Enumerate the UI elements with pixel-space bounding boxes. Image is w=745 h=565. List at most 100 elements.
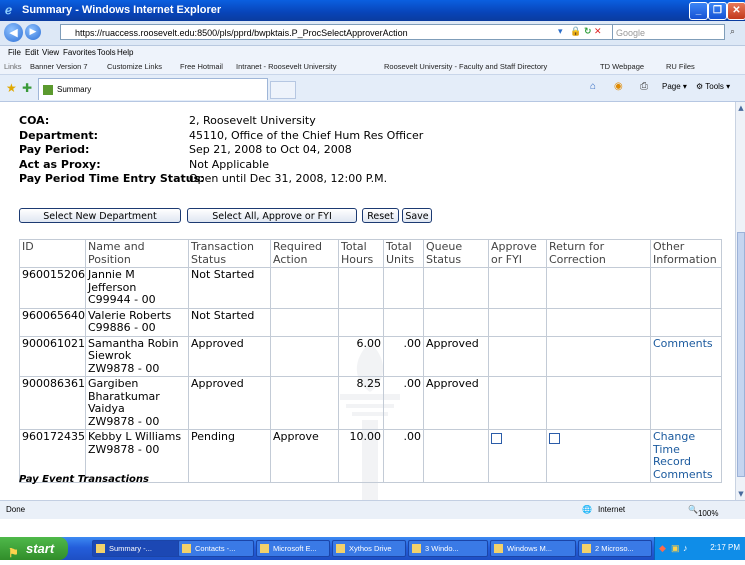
header-queue-status: Queue Status <box>423 239 489 268</box>
total-hours: 6.00 <box>338 335 384 377</box>
dropdown-icon[interactable]: ▾ <box>558 26 563 38</box>
search-icon[interactable]: ⌕ <box>730 26 735 38</box>
pay-event-transactions-heading: Pay Event Transactions <box>19 474 149 485</box>
menu-favorites[interactable]: Favorites <box>63 48 96 57</box>
link-banner[interactable]: Banner Version 7 <box>30 62 88 71</box>
queue-status-text: Approved <box>426 336 479 350</box>
pay-period-label: Pay Period: <box>19 143 90 156</box>
back-button[interactable]: ◀ <box>4 23 23 42</box>
info-row-department: Department: 45110, Office of the Chief H… <box>19 129 719 144</box>
tools-menu[interactable]: ⚙ Tools ▾ <box>696 82 730 91</box>
close-button[interactable]: ✕ <box>727 2 745 20</box>
task-xythos-label: Xythos Drive <box>349 544 392 553</box>
return-checkbox[interactable] <box>549 433 560 444</box>
required-action <box>270 335 339 377</box>
link-ru-files[interactable]: RU Files <box>666 62 695 71</box>
tray-shield-icon[interactable]: ◆ <box>659 543 666 553</box>
other-info-link[interactable]: Change Time Record Comments <box>653 430 713 481</box>
employee-position: ZW9878 - 00 <box>88 442 160 456</box>
tab-summary[interactable]: Summary <box>38 78 268 100</box>
task-xythos-drive[interactable]: Xythos Drive <box>332 540 406 557</box>
task-windows-group[interactable]: 3 Windo... <box>408 540 488 557</box>
url-input[interactable]: https://ruaccess.roosevelt.edu:8500/pls/… <box>60 24 620 40</box>
header-total-hours: Total Hours <box>338 239 384 268</box>
header-id: ID <box>19 239 86 268</box>
zoom-level[interactable]: 🔍 100% <box>688 505 718 518</box>
link-td-webpage[interactable]: TD Webpage <box>600 62 644 71</box>
feeds-icon[interactable]: ◉ <box>614 81 623 92</box>
menu-tools[interactable]: Tools <box>97 48 116 57</box>
link-directory[interactable]: Roosevelt University - Faculty and Staff… <box>384 62 547 71</box>
print-icon[interactable]: ⎙ <box>640 81 648 92</box>
ie-icon: ℯ <box>5 3 13 17</box>
summary-info: COA: 2, Roosevelt University Department:… <box>19 114 719 187</box>
tray-volume-icon[interactable]: ♪ <box>683 543 688 553</box>
header-transaction-status: Transaction Status <box>188 239 271 268</box>
return-correction <box>546 429 651 483</box>
menu-view[interactable]: View <box>42 48 59 57</box>
save-button[interactable]: Save <box>402 208 432 223</box>
select-new-department-button[interactable]: Select New Department <box>19 208 181 223</box>
link-customize[interactable]: Customize Links <box>107 62 162 71</box>
add-favorite-icon[interactable]: ✚ <box>22 82 32 94</box>
employee-id-text: 900061021 <box>22 336 85 350</box>
maximize-button[interactable]: ❐ <box>708 2 727 20</box>
folder-task-icon <box>412 544 421 553</box>
new-tab-button[interactable] <box>270 81 296 99</box>
refresh-icon[interactable]: ↻ <box>584 26 592 38</box>
reset-button[interactable]: Reset <box>362 208 399 223</box>
task-contacts[interactable]: Contacts -... <box>178 540 254 557</box>
favorites-star-icon[interactable]: ★ <box>6 82 17 94</box>
queue-status <box>423 307 489 337</box>
menu-file[interactable]: File <box>8 48 21 57</box>
task-microsoft-excel[interactable]: Microsoft E... <box>256 540 330 557</box>
other-information <box>650 307 722 337</box>
link-hotmail[interactable]: Free Hotmail <box>180 62 223 71</box>
transaction-status: Pending <box>188 429 271 483</box>
lock-icon[interactable]: 🔒 <box>570 26 581 38</box>
total-hours-text: 8.25 <box>356 377 382 390</box>
tray-network-icon[interactable]: ▣ <box>671 543 680 553</box>
page-icon <box>43 85 53 95</box>
transaction-status: Not Started <box>188 307 271 337</box>
employee-id: 900061021 <box>19 335 86 377</box>
scroll-down-icon[interactable]: ▼ <box>736 488 745 500</box>
menu-help[interactable]: Help <box>117 48 133 57</box>
transaction-status: Approved <box>188 376 271 430</box>
total-units-text: .00 <box>403 336 422 350</box>
task-windows-media[interactable]: Windows M... <box>490 540 576 557</box>
other-information <box>650 376 722 430</box>
scroll-thumb[interactable] <box>737 232 745 477</box>
vertical-scrollbar[interactable]: ▲ ▼ <box>735 102 745 500</box>
total-hours: 8.25 <box>338 376 384 430</box>
transaction-status: Not Started <box>188 267 271 309</box>
window-titlebar: ℯ Summary - Windows Internet Explorer _ … <box>0 0 745 21</box>
link-intranet[interactable]: Intranet - Roosevelt University <box>236 62 336 71</box>
stop-icon[interactable]: ✕ <box>594 26 602 38</box>
other-info-link[interactable]: Comments <box>653 337 713 350</box>
window-title: Summary - Windows Internet Explorer <box>22 4 222 16</box>
page-menu[interactable]: Page ▾ <box>662 82 687 91</box>
header-other-info: Other Information <box>650 239 722 268</box>
menu-edit[interactable]: Edit <box>25 48 39 57</box>
total-hours-text: 10.00 <box>349 430 382 443</box>
minimize-button[interactable]: _ <box>689 2 708 20</box>
search-input[interactable]: Google <box>612 24 725 40</box>
approve-checkbox[interactable] <box>491 433 502 444</box>
select-all-approve-button[interactable]: Select All, Approve or FYI <box>187 208 357 223</box>
start-button[interactable]: ⚑ start <box>0 537 68 560</box>
home-icon[interactable]: ⌂ <box>590 81 596 92</box>
department-label: Department: <box>19 128 98 142</box>
total-units: .00 <box>383 376 424 430</box>
approve-fyi <box>488 335 547 377</box>
info-row-entry-status: Pay Period Time Entry Status: Open until… <box>19 172 719 187</box>
table-row: 900086361 Gargiben Bharatkumar Vaidya ZW98… <box>19 376 722 430</box>
task-microsoft-word[interactable]: 2 Microso... <box>578 540 652 557</box>
return-correction <box>546 335 651 377</box>
scroll-up-icon[interactable]: ▲ <box>736 102 745 114</box>
table-header-row: ID Name and Position Transaction Status … <box>19 239 722 268</box>
task-summary[interactable]: Summary -... <box>92 540 180 557</box>
forward-button[interactable]: ▶ <box>25 24 41 40</box>
employee-name-position: Gargiben Bharatkumar Vaidya ZW9878 - 00 <box>85 376 189 430</box>
approve-fyi <box>488 267 547 309</box>
